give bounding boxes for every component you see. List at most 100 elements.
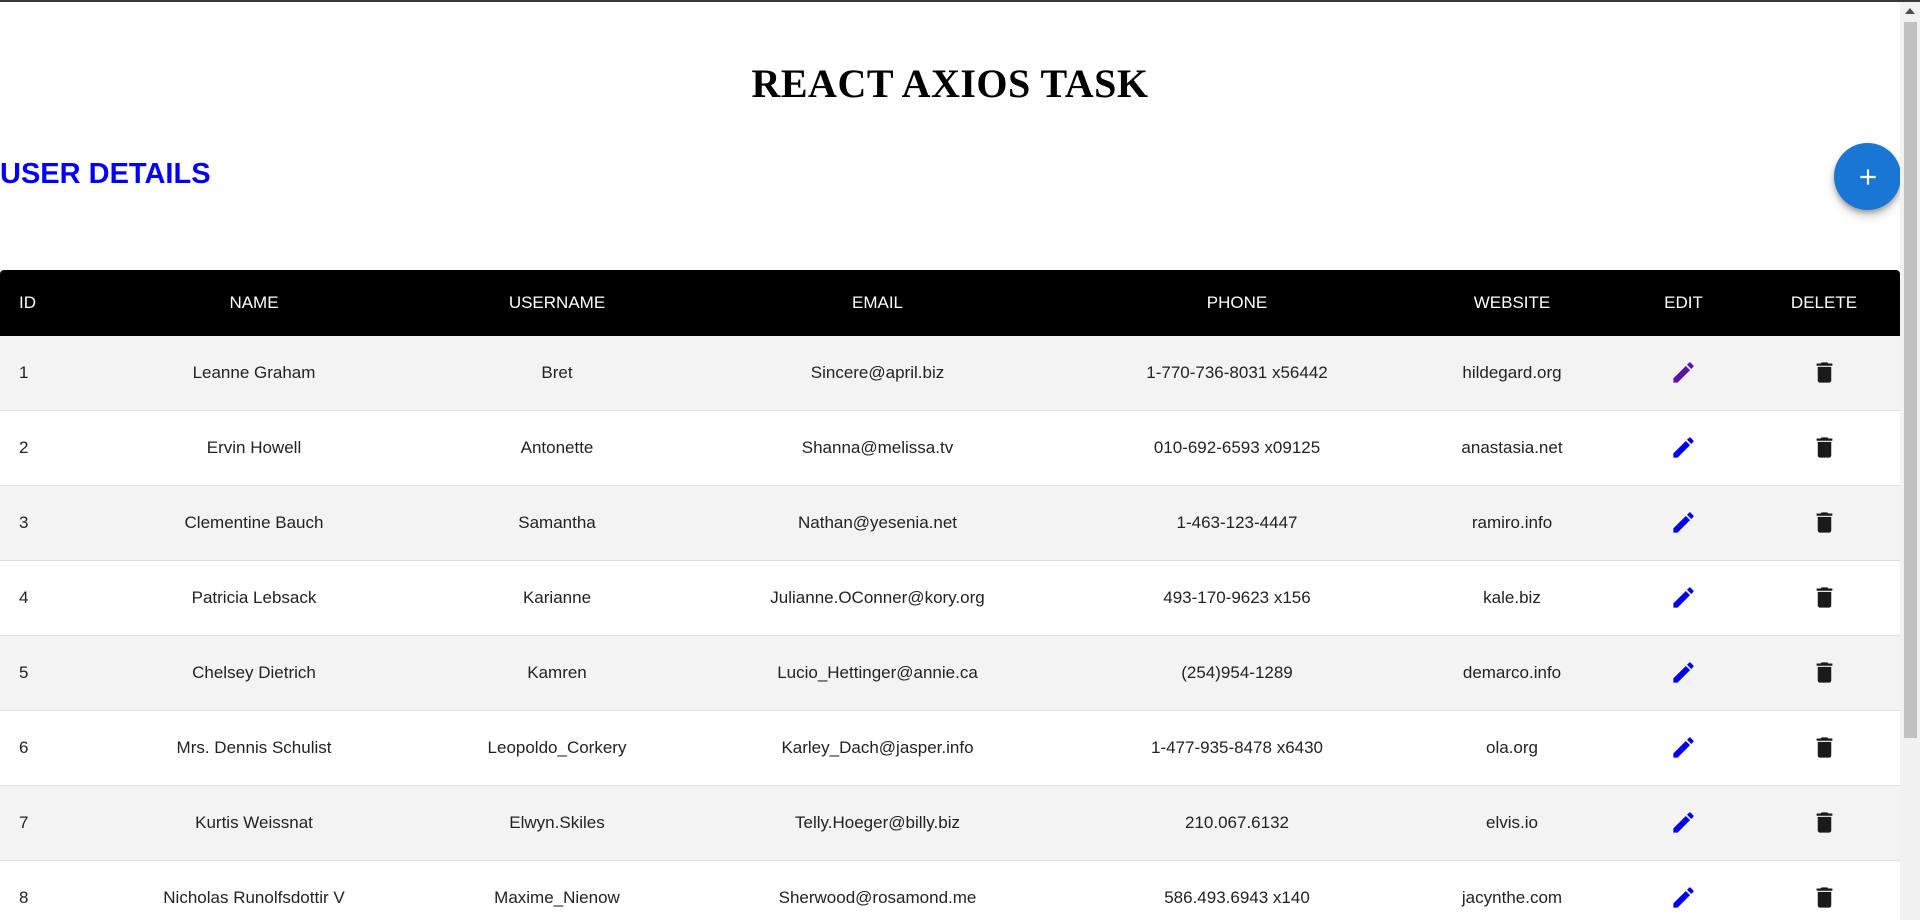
cell-email: Sincere@april.biz xyxy=(686,336,1069,411)
plus-icon xyxy=(1859,168,1876,185)
cell-name: Mrs. Dennis Schulist xyxy=(80,710,428,786)
cell-username: Maxime_Nienow xyxy=(428,860,686,920)
table-body: 1 Leanne Graham Bret Sincere@april.biz 1-770… xyxy=(0,336,1900,920)
cell-website: hildegard.org xyxy=(1405,336,1619,411)
cell-edit xyxy=(1619,485,1748,561)
table-row: 7 Kurtis Weissnat Elwyn.Skiles Telly.Hoeger… xyxy=(0,785,1900,861)
table-header: ID NAME USERNAME EMAIL PHONE WEBSITE EDI… xyxy=(0,270,1900,336)
trash-icon xyxy=(1816,437,1832,458)
cell-delete xyxy=(1748,560,1900,636)
cell-website: jacynthe.com xyxy=(1405,860,1619,920)
delete-button[interactable] xyxy=(1807,505,1841,539)
cell-website: demarco.info xyxy=(1405,635,1619,711)
cell-username: Antonette xyxy=(428,410,686,486)
cell-delete xyxy=(1748,785,1900,861)
delete-button[interactable] xyxy=(1807,880,1841,914)
header-edit: EDIT xyxy=(1664,293,1703,312)
pencil-icon xyxy=(1673,512,1694,533)
edit-button[interactable] xyxy=(1667,355,1701,389)
cell-id: 7 xyxy=(0,785,80,861)
trash-icon xyxy=(1816,512,1832,533)
pencil-icon xyxy=(1673,737,1694,758)
cell-delete xyxy=(1748,635,1900,711)
user-table: ID NAME USERNAME EMAIL PHONE WEBSITE EDI… xyxy=(0,270,1900,920)
scroll-up-arrow-icon[interactable] xyxy=(1905,8,1915,14)
edit-button[interactable] xyxy=(1667,730,1701,764)
cell-delete xyxy=(1748,336,1900,411)
user-table-container: ID NAME USERNAME EMAIL PHONE WEBSITE EDI… xyxy=(0,270,1900,920)
cell-delete xyxy=(1748,860,1900,920)
pencil-icon xyxy=(1673,887,1694,908)
pencil-icon xyxy=(1673,362,1694,383)
cell-edit xyxy=(1619,710,1748,786)
cell-email: Nathan@yesenia.net xyxy=(686,485,1069,561)
trash-icon xyxy=(1816,737,1832,758)
edit-button[interactable] xyxy=(1667,805,1701,839)
table-row: 8 Nicholas Runolfsdottir V Maxime_Nienow Sh… xyxy=(0,860,1900,920)
cell-name: Nicholas Runolfsdottir V xyxy=(80,860,428,920)
page: REACT AXIOS TASK USER DETAILS ID NAME US… xyxy=(0,2,1900,920)
cell-id: 2 xyxy=(0,410,80,486)
edit-button[interactable] xyxy=(1667,505,1701,539)
delete-button[interactable] xyxy=(1807,805,1841,839)
vertical-scrollbar[interactable] xyxy=(1900,2,1920,920)
delete-button[interactable] xyxy=(1807,655,1841,689)
cell-website: kale.biz xyxy=(1405,560,1619,636)
cell-id: 8 xyxy=(0,860,80,920)
delete-button[interactable] xyxy=(1807,730,1841,764)
cell-email: Julianne.OConner@kory.org xyxy=(686,560,1069,636)
header-website: WEBSITE xyxy=(1473,293,1551,312)
cell-email: Shanna@melissa.tv xyxy=(686,410,1069,486)
edit-button[interactable] xyxy=(1667,580,1701,614)
cell-website: elvis.io xyxy=(1405,785,1619,861)
trash-icon xyxy=(1816,812,1832,833)
cell-edit xyxy=(1619,560,1748,636)
table-row: 4 Patricia Lebsack Karianne Julianne.OConne… xyxy=(0,560,1900,636)
delete-button[interactable] xyxy=(1807,355,1841,389)
cell-email: Telly.Hoeger@billy.biz xyxy=(686,785,1069,861)
pencil-icon xyxy=(1673,662,1694,683)
cell-name: Kurtis Weissnat xyxy=(80,785,428,861)
cell-username: Leopoldo_Corkery xyxy=(428,710,686,786)
edit-button[interactable] xyxy=(1667,880,1701,914)
edit-button[interactable] xyxy=(1667,430,1701,464)
cell-name: Clementine Bauch xyxy=(80,485,428,561)
header-phone: PHONE xyxy=(1206,293,1268,312)
trash-icon xyxy=(1816,587,1832,608)
cell-website: ramiro.info xyxy=(1405,485,1619,561)
edit-button[interactable] xyxy=(1667,655,1701,689)
trash-icon xyxy=(1816,887,1832,908)
cell-website: anastasia.net xyxy=(1405,410,1619,486)
scrollbar-thumb[interactable] xyxy=(1904,22,1917,738)
cell-phone: 210.067.6132 xyxy=(1069,785,1405,861)
cell-phone: (254)954-1289 xyxy=(1069,635,1405,711)
cell-username: Elwyn.Skiles xyxy=(428,785,686,861)
trash-icon xyxy=(1816,662,1832,683)
cell-phone: 1-463-123-4447 xyxy=(1069,485,1405,561)
delete-button[interactable] xyxy=(1807,580,1841,614)
cell-delete xyxy=(1748,710,1900,786)
table-row: 1 Leanne Graham Bret Sincere@april.biz 1-770… xyxy=(0,336,1900,411)
cell-website: ola.org xyxy=(1405,710,1619,786)
cell-phone: 1-770-736-8031 x56442 xyxy=(1069,336,1405,411)
header-username: USERNAME xyxy=(508,293,606,312)
cell-delete xyxy=(1748,410,1900,486)
cell-id: 6 xyxy=(0,710,80,786)
cell-edit xyxy=(1619,635,1748,711)
cell-edit xyxy=(1619,336,1748,411)
cell-id: 4 xyxy=(0,560,80,636)
table-row: 6 Mrs. Dennis Schulist Leopoldo_Corkery Kar… xyxy=(0,710,1900,786)
page-title: REACT AXIOS TASK xyxy=(751,61,1149,106)
cell-delete xyxy=(1748,485,1900,561)
header-delete: DELETE xyxy=(1790,293,1858,312)
cell-phone: 010-692-6593 x09125 xyxy=(1069,410,1405,486)
trash-icon xyxy=(1816,362,1832,383)
pencil-icon xyxy=(1673,812,1694,833)
delete-button[interactable] xyxy=(1807,430,1841,464)
cell-edit xyxy=(1619,410,1748,486)
cell-name: Leanne Graham xyxy=(80,336,428,411)
cell-name: Chelsey Dietrich xyxy=(80,635,428,711)
add-user-button[interactable] xyxy=(1834,143,1900,210)
header-name: NAME xyxy=(229,293,279,312)
cell-email: Karley_Dach@jasper.info xyxy=(686,710,1069,786)
